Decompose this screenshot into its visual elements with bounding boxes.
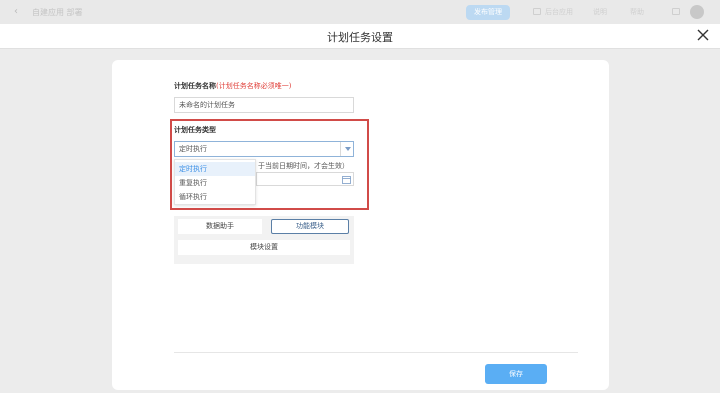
date-note: 于当前日期时间，才会生效） <box>258 162 349 170</box>
background-item-1[interactable]: 说明 <box>593 7 607 17</box>
dropdown-option-repeat[interactable]: 重复执行 <box>175 176 255 190</box>
module-settings-button[interactable]: 模块设置 <box>178 240 350 255</box>
background-publish-button[interactable]: 发布管理 <box>466 5 510 20</box>
modal-header: 计划任务设置 <box>0 24 720 49</box>
avatar[interactable] <box>690 5 704 19</box>
modal-title: 计划任务设置 <box>327 31 393 44</box>
save-button[interactable]: 保存 <box>485 364 547 384</box>
date-input[interactable] <box>256 172 354 186</box>
calendar-icon[interactable] <box>342 175 351 184</box>
task-name-label-text: 计划任务名称 <box>174 82 216 90</box>
background-app-title: 自建应用 部署 <box>32 8 83 17</box>
task-name-label: 计划任务名称(计划任务名称必须唯一) <box>174 81 291 91</box>
app-icon[interactable] <box>533 8 541 15</box>
chevron-down-icon[interactable] <box>340 142 353 156</box>
task-type-select[interactable]: 定时执行 <box>174 141 354 157</box>
task-type-dropdown: 定时执行 重复执行 循环执行 <box>174 159 256 205</box>
dropdown-option-loop[interactable]: 循环执行 <box>175 190 255 204</box>
task-type-label: 计划任务类型 <box>174 126 216 134</box>
footer-divider <box>174 352 578 353</box>
background-item-2[interactable]: 帮助 <box>630 7 644 17</box>
tab-function-module[interactable]: 功能模块 <box>271 219 349 234</box>
task-name-input[interactable]: 未命名的计划任务 <box>174 97 354 113</box>
background-item-0[interactable]: 后台应用 <box>545 7 573 17</box>
external-link-icon[interactable] <box>672 8 680 15</box>
task-name-value: 未命名的计划任务 <box>179 101 235 109</box>
background-topbar <box>0 0 720 24</box>
dropdown-option-scheduled[interactable]: 定时执行 <box>175 162 255 176</box>
tabs-panel: 数据助手 功能模块 模块设置 <box>174 216 354 264</box>
task-name-hint: (计划任务名称必须唯一) <box>216 82 292 90</box>
close-icon[interactable] <box>696 28 710 42</box>
task-type-value: 定时执行 <box>179 145 207 153</box>
tab-data-helper[interactable]: 数据助手 <box>178 219 262 234</box>
back-chevron-icon[interactable]: ‹ <box>14 6 18 17</box>
